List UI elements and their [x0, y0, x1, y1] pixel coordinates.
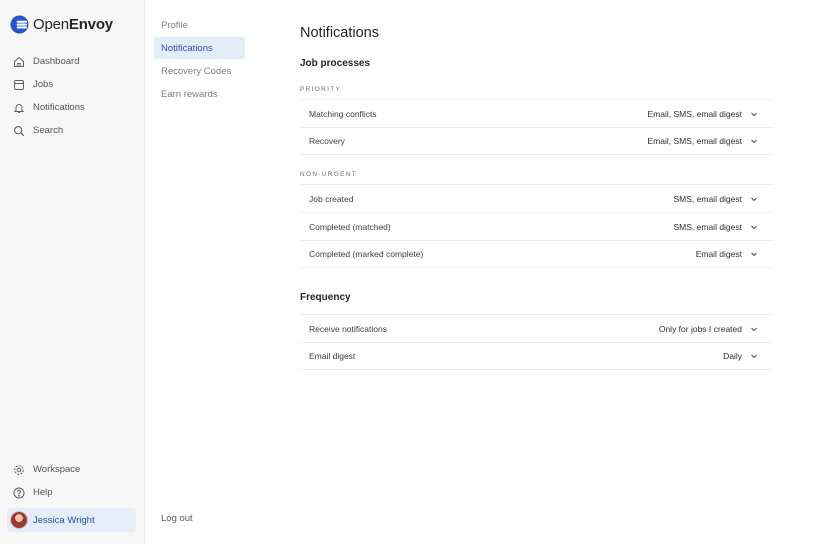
row-value: Email, SMS, email digest [647, 136, 742, 146]
jobs-icon [14, 79, 24, 90]
settings-nav-profile[interactable]: Profile [154, 14, 245, 36]
row-label: Matching conflicts [309, 108, 377, 119]
group-label-priority: PRIORITY [300, 86, 342, 93]
chevron-down-icon [751, 354, 757, 359]
chevron-down-icon [751, 112, 757, 116]
row-value: Email, SMS, email digest [647, 108, 742, 119]
row-value: Email digest [695, 249, 742, 259]
nav-label: Dashboard [33, 56, 80, 67]
nav-item-dashboard[interactable]: Dashboard [0, 50, 145, 73]
row-label: Recovery [309, 136, 345, 146]
row-value: SMS, email digest [673, 193, 743, 204]
nav-label: Jobs [33, 79, 54, 90]
row-value: SMS, email digest [673, 221, 743, 232]
row-label: Completed (matched) [309, 221, 391, 232]
user-name: Jessica Wright [33, 514, 95, 526]
row-label: Job created [309, 193, 354, 204]
section-title-job-processes: Job processes [300, 58, 371, 69]
brand[interactable]: OpenEnvoy [10, 15, 113, 34]
row-label: Receive notifications [309, 323, 387, 334]
openenvoy-logo-icon [10, 15, 29, 34]
brand-name: OpenEnvoy [33, 16, 113, 33]
bell-icon [13, 103, 25, 113]
setting-row-receive-notifications[interactable]: Receive notifications Only for jobs I cr… [300, 314, 774, 342]
search-icon [14, 125, 25, 136]
chevron-down-icon [751, 327, 757, 331]
chevron-down-icon [751, 139, 757, 144]
logout-link[interactable]: Log out [161, 513, 193, 524]
nav-item-help[interactable]: Help [0, 481, 145, 504]
row-value: Daily [723, 351, 742, 361]
nav-item-search[interactable]: Search [0, 119, 145, 142]
nav-label: Help [33, 487, 53, 498]
setting-row-completed-marked-complete[interactable]: Completed (marked complete) Email digest [300, 240, 774, 268]
avatar [10, 511, 28, 529]
chevron-down-icon [751, 225, 757, 229]
settings-nav-notifications[interactable]: Notifications [154, 37, 245, 59]
settings-nav: Profile Notifications Recovery Codes Ear… [146, 0, 300, 544]
group-label-non-urgent: NON-URGENT [300, 171, 358, 178]
setting-row-job-created[interactable]: Job created SMS, email digest [300, 184, 774, 212]
settings-nav-earn-rewards[interactable]: Earn rewards [154, 83, 245, 105]
setting-row-recovery[interactable]: Recovery Email, SMS, email digest [300, 127, 774, 155]
app-sidebar: OpenEnvoy Dashboard Jobs Notifications S… [0, 0, 145, 544]
help-icon [13, 487, 25, 498]
nav-item-workspace[interactable]: Workspace [0, 458, 145, 481]
chevron-down-icon [751, 252, 757, 257]
user-menu[interactable]: Jessica Wright [7, 508, 136, 532]
nav-label: Workspace [33, 464, 81, 475]
nav-item-notifications[interactable]: Notifications [0, 96, 145, 119]
nav-label: Search [33, 125, 64, 136]
row-label: Completed (marked complete) [309, 249, 424, 259]
gear-icon [14, 464, 24, 475]
setting-row-email-digest[interactable]: Email digest Daily [300, 342, 774, 370]
settings-nav-recovery-codes[interactable]: Recovery Codes [154, 60, 245, 82]
page-title: Notifications [300, 25, 379, 41]
nav-label: Notifications [33, 102, 85, 113]
setting-row-matching-conflicts[interactable]: Matching conflicts Email, SMS, email dig… [300, 99, 774, 127]
row-label: Email digest [309, 351, 356, 361]
section-title-frequency: Frequency [300, 292, 351, 303]
nav-item-jobs[interactable]: Jobs [0, 73, 145, 96]
home-icon [14, 56, 24, 67]
chevron-down-icon [751, 197, 757, 201]
main-nav: Dashboard Jobs Notifications Search [0, 50, 145, 142]
row-value: Only for jobs I created [658, 323, 742, 334]
setting-row-completed-matched[interactable]: Completed (matched) SMS, email digest [300, 212, 774, 240]
bottom-nav: Workspace Help [0, 458, 145, 504]
